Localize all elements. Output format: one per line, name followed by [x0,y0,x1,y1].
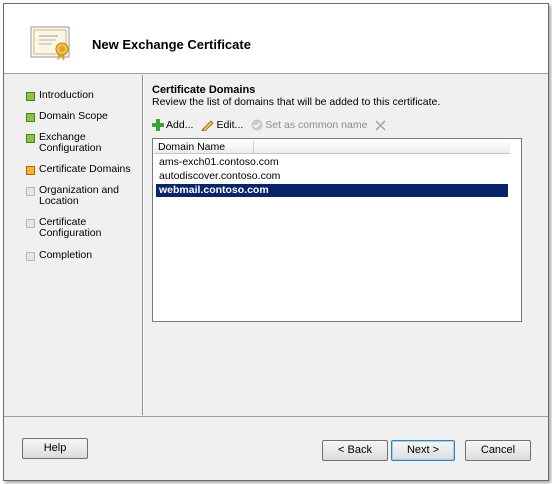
add-icon [152,119,164,131]
column-header-domain-name[interactable]: Domain Name [154,140,510,154]
step-label: Certificate Configuration [39,216,102,239]
step-label: Organization and Location [39,184,119,207]
remove-button[interactable] [375,119,388,131]
add-label: Add... [166,119,194,131]
edit-button[interactable]: Edit... [201,119,243,131]
delete-x-icon [375,119,387,131]
step-complete-icon [26,92,35,101]
list-item[interactable]: autodiscover.contoso.com [156,170,508,183]
edit-label: Edit... [216,119,244,131]
page-description: Review the list of domains that will be … [152,96,441,108]
step-label: Introduction [39,89,94,101]
step-pending-icon [26,252,35,261]
step-label: Certificate Domains [39,163,131,175]
certificate-icon [30,26,70,61]
step-certificate-configuration: Certificate Configuration [26,217,101,239]
page-title: Certificate Domains [152,84,256,96]
step-pending-icon [26,187,35,196]
set-common-name-label: Set as common name [265,119,368,131]
back-button[interactable]: < Back [322,440,388,461]
step-current-icon [26,166,35,175]
step-domain-scope: Domain Scope [26,111,108,122]
footer-divider [4,416,548,417]
column-separator [253,141,254,153]
step-completion: Completion [26,250,92,261]
pencil-icon [201,120,215,131]
list-item[interactable]: ams-exch01.contoso.com [156,156,508,169]
step-certificate-domains: Certificate Domains [26,164,131,175]
column-header-label: Domain Name [158,141,226,153]
help-button[interactable]: Help [22,438,88,459]
step-introduction: Introduction [26,90,94,101]
wizard-window: New Exchange Certificate Introduction Do… [3,3,549,481]
step-complete-icon [26,113,35,122]
add-button[interactable]: Add... [152,119,193,131]
step-complete-icon [26,134,35,143]
list-item-selected[interactable]: webmail.contoso.com [156,184,508,197]
next-button[interactable]: Next > [391,440,455,461]
step-organization-location: Organization and Location [26,185,119,207]
step-label: Domain Scope [39,110,108,122]
step-exchange-configuration: Exchange Configuration [26,132,101,154]
list-toolbar: Add... Edit... Set as common name [152,117,396,133]
cancel-button[interactable]: Cancel [465,440,531,461]
divider-highlight [143,75,144,415]
step-label: Exchange Configuration [39,131,102,154]
wizard-header: New Exchange Certificate [4,4,548,74]
wizard-title: New Exchange Certificate [92,37,251,52]
wizard-steps: Introduction Domain Scope Exchange Confi… [4,75,142,415]
domain-list[interactable]: Domain Name ams-exch01.contoso.com autod… [152,138,522,322]
step-label: Completion [39,249,93,261]
check-circle-icon [251,119,263,131]
set-common-name-button[interactable]: Set as common name [251,119,367,131]
step-pending-icon [26,219,35,228]
